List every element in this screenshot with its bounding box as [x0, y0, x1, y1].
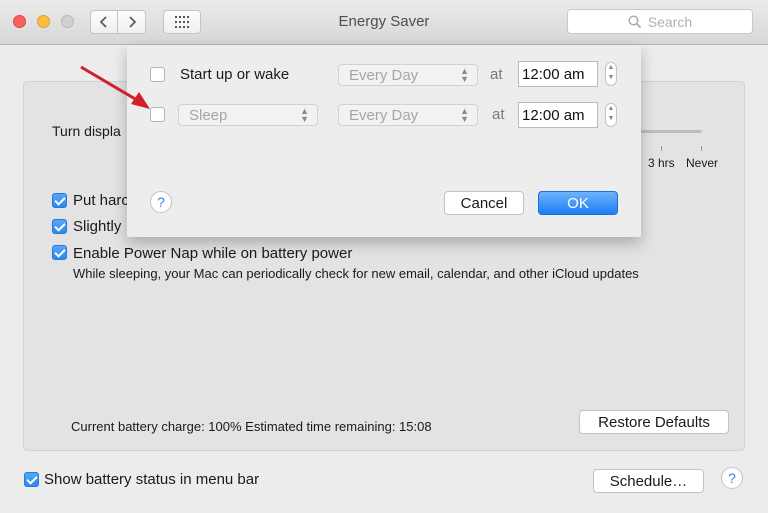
search-input[interactable]: Search — [567, 9, 753, 34]
help-button[interactable]: ? — [721, 467, 743, 489]
startup-time-field[interactable]: 12:00 am — [518, 61, 598, 87]
slider-tick — [701, 146, 702, 151]
sleep-frequency-value: Every Day — [349, 106, 419, 124]
updown-arrows-icon: ▲ ▼ — [460, 106, 469, 124]
sleep-at-label: at — [492, 106, 505, 123]
startup-frequency-value: Every Day — [349, 66, 419, 84]
power-nap-checkbox[interactable] — [52, 245, 67, 260]
cancel-button[interactable]: Cancel — [444, 191, 524, 215]
search-icon — [628, 14, 641, 28]
schedule-sheet: Start up or wake Every Day ▲ ▼ at 12:00 a… — [127, 45, 641, 237]
slider-tick-label-never: Never — [686, 156, 719, 170]
power-nap-label: Enable Power Nap while on battery power — [73, 245, 353, 262]
put-hard-disks-checkbox[interactable] — [52, 193, 67, 208]
slider-tick-label-3hrs: 3 hrs — [648, 156, 675, 170]
restore-defaults-button[interactable]: Restore Defaults — [579, 410, 729, 434]
sleep-action-select[interactable]: Sleep ▲ ▼ — [178, 104, 318, 126]
slider-tick — [661, 146, 662, 151]
battery-status-text: Current battery charge: 100% Estimated t… — [71, 419, 432, 434]
startup-frequency-select[interactable]: Every Day ▲ ▼ — [338, 64, 478, 86]
sleep-time-stepper[interactable]: ▲ ▼ — [605, 103, 617, 127]
search-placeholder: Search — [647, 13, 693, 30]
updown-arrows-icon: ▲ ▼ — [300, 106, 309, 124]
sleep-time-field[interactable]: 12:00 am — [518, 102, 598, 128]
sleep-action-value: Sleep — [189, 106, 228, 124]
ok-button[interactable]: OK — [538, 191, 618, 215]
display-sleep-slider[interactable] — [640, 130, 702, 133]
turn-display-off-label: Turn displa — [52, 123, 121, 139]
startup-wake-label: Start up or wake — [180, 66, 290, 83]
slightly-dim-checkbox[interactable] — [52, 219, 67, 234]
show-battery-status-label: Show battery status in menu bar — [44, 471, 260, 488]
startup-at-label: at — [490, 66, 503, 83]
startup-wake-checkbox[interactable] — [150, 67, 165, 82]
updown-arrows-icon: ▲ ▼ — [460, 66, 469, 84]
put-hard-disks-label: Put harc — [73, 192, 129, 209]
sleep-checkbox[interactable] — [150, 107, 165, 122]
show-battery-status-checkbox[interactable] — [24, 472, 39, 487]
schedule-button[interactable]: Schedule… — [593, 469, 704, 493]
startup-time-stepper[interactable]: ▲ ▼ — [605, 62, 617, 86]
slightly-dim-label: Slightly — [73, 218, 122, 235]
title-bar: Energy Saver Search — [0, 0, 768, 45]
power-nap-description: While sleeping, your Mac can periodicall… — [73, 266, 639, 281]
sleep-frequency-select[interactable]: Every Day ▲ ▼ — [338, 104, 478, 126]
sheet-help-button[interactable]: ? — [150, 191, 172, 213]
